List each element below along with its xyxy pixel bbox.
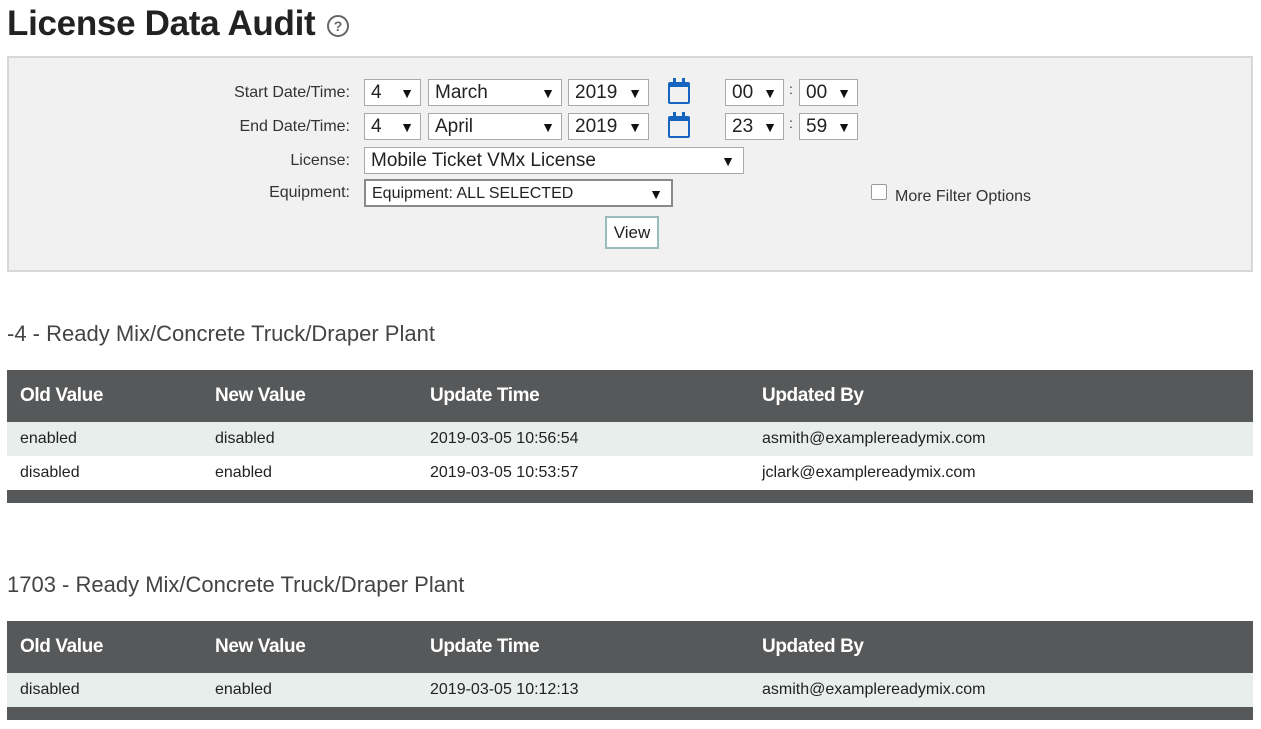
start-hour-select[interactable]: 00 ▼ [725,79,784,106]
license-value: Mobile Ticket VMx License [371,150,596,171]
chevron-down-icon: ▼ [400,119,414,135]
end-month-value: April [435,116,474,137]
start-minute-value: 00 [806,82,828,103]
column-header-updated-by[interactable]: Updated By [762,370,864,422]
column-header-old-value[interactable]: Old Value [20,621,103,673]
chevron-down-icon: ▼ [837,119,851,135]
table-row: disabled enabled 2019-03-05 10:53:57 jcl… [7,456,1253,490]
license-label: License: [290,152,350,169]
column-header-old-value[interactable]: Old Value [20,370,103,422]
column-header-new-value[interactable]: New Value [215,370,306,422]
end-day-select[interactable]: 4 ▼ [364,113,421,140]
license-select[interactable]: Mobile Ticket VMx License ▼ [364,147,744,174]
column-header-updated-by[interactable]: Updated By [762,621,864,673]
end-year-select[interactable]: 2019 ▼ [568,113,649,140]
update-time-cell: 2019-03-05 10:53:57 [430,464,579,481]
end-hour-value: 23 [732,116,754,137]
section-title: 1703 - Ready Mix/Concrete Truck/Draper P… [7,572,465,597]
updated-by-cell: asmith@examplereadymix.com [762,681,986,698]
more-filter-options-label[interactable]: More Filter Options [895,188,1031,206]
table-row: enabled disabled 2019-03-05 10:56:54 asm… [7,422,1253,456]
table-header: Old Value New Value Update Time Updated … [7,621,1253,673]
audit-table: Old Value New Value Update Time Updated … [7,370,1253,503]
new-value-cell: enabled [215,464,272,481]
time-separator: : [789,115,793,131]
time-separator: : [789,81,793,97]
start-month-value: March [435,82,488,103]
end-calendar-icon[interactable] [668,112,690,138]
update-time-cell: 2019-03-05 10:56:54 [430,430,579,447]
start-date-label: Start Date/Time: [234,84,350,101]
new-value-cell: enabled [215,681,272,698]
updated-by-cell: jclark@examplereadymix.com [762,464,976,481]
start-minute-select[interactable]: 00 ▼ [799,79,858,106]
chevron-down-icon: ▼ [628,119,642,135]
chevron-down-icon: ▼ [541,85,555,101]
chevron-down-icon: ▼ [400,85,414,101]
start-day-value: 4 [371,82,382,103]
chevron-down-icon: ▼ [628,85,642,101]
update-time-cell: 2019-03-05 10:12:13 [430,681,579,698]
chevron-down-icon: ▼ [763,85,777,101]
start-year-value: 2019 [575,82,618,103]
equipment-label: Equipment: [269,184,350,201]
end-month-select[interactable]: April ▼ [428,113,562,140]
end-hour-select[interactable]: 23 ▼ [725,113,784,140]
audit-table: Old Value New Value Update Time Updated … [7,621,1253,720]
chevron-down-icon: ▼ [541,119,555,135]
end-year-value: 2019 [575,116,618,137]
table-footer [7,490,1253,503]
end-date-label: End Date/Time: [239,118,350,135]
table-row: disabled enabled 2019-03-05 10:12:13 asm… [7,673,1253,707]
more-filter-options-checkbox[interactable] [871,184,887,200]
equipment-select[interactable]: Equipment: ALL SELECTED ▼ [364,179,673,207]
start-month-select[interactable]: March ▼ [428,79,562,106]
column-header-update-time[interactable]: Update Time [430,370,540,422]
column-header-update-time[interactable]: Update Time [430,621,540,673]
start-calendar-icon[interactable] [668,78,690,104]
old-value-cell: disabled [20,464,80,481]
section-title: -4 - Ready Mix/Concrete Truck/Draper Pla… [7,321,435,346]
chevron-down-icon: ▼ [763,119,777,135]
end-day-value: 4 [371,116,382,137]
table-header: Old Value New Value Update Time Updated … [7,370,1253,422]
view-button[interactable]: View [605,216,659,249]
start-day-select[interactable]: 4 ▼ [364,79,421,106]
table-footer [7,707,1253,720]
question-circle-icon[interactable]: ? [327,15,349,37]
page-title: License Data Audit [7,4,316,43]
old-value-cell: disabled [20,681,80,698]
chevron-down-icon: ▼ [721,153,735,169]
chevron-down-icon: ▼ [837,85,851,101]
equipment-value: Equipment: ALL SELECTED [372,185,574,202]
old-value-cell: enabled [20,430,77,447]
start-year-select[interactable]: 2019 ▼ [568,79,649,106]
chevron-down-icon: ▼ [649,186,663,202]
new-value-cell: disabled [215,430,275,447]
start-hour-value: 00 [732,82,754,103]
column-header-new-value[interactable]: New Value [215,621,306,673]
end-minute-value: 59 [806,116,828,137]
end-minute-select[interactable]: 59 ▼ [799,113,858,140]
updated-by-cell: asmith@examplereadymix.com [762,430,986,447]
